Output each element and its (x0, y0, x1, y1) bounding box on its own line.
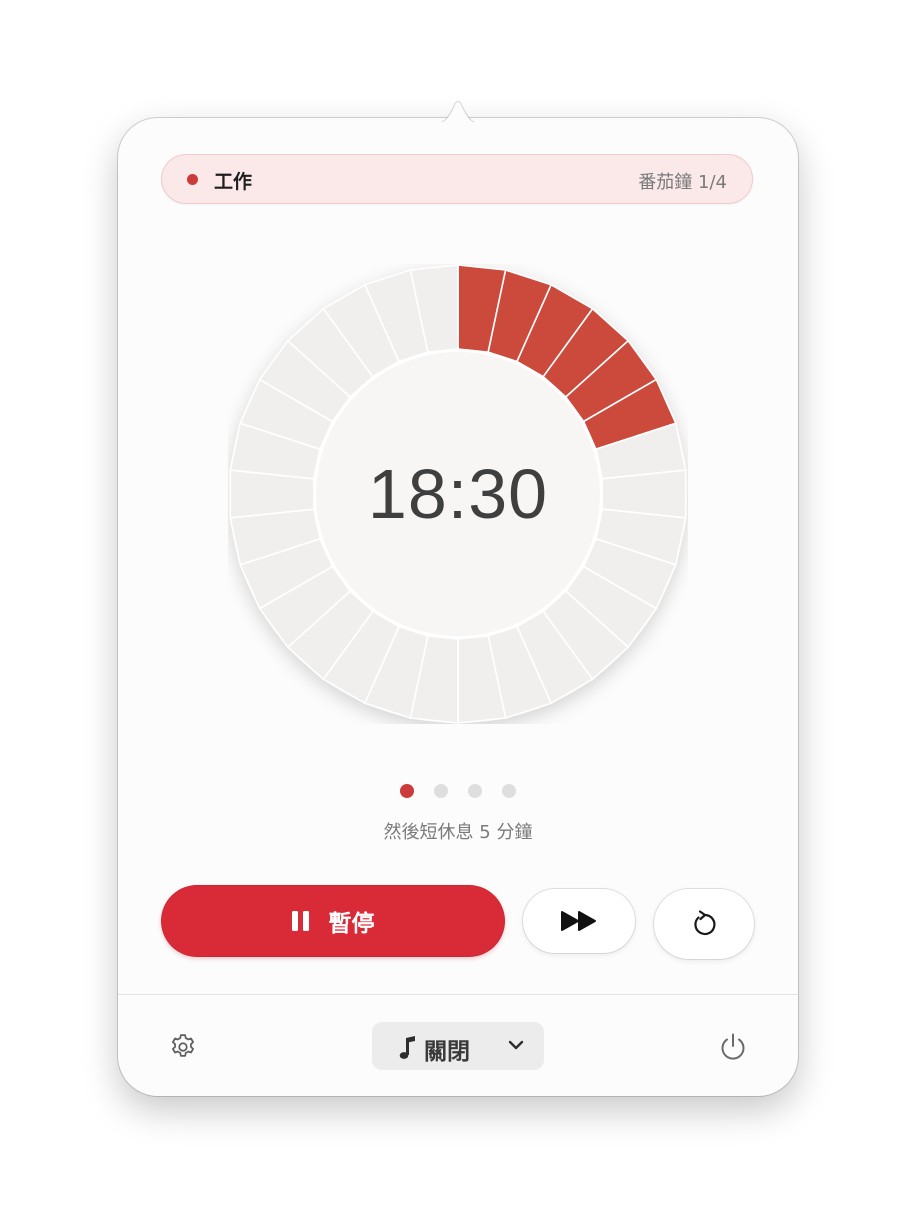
chevron-down-icon (508, 1040, 524, 1050)
pause-button[interactable]: 暫停 (161, 885, 505, 957)
gear-icon (172, 1034, 194, 1057)
popover-panel: 工作 番茄鐘 1/4 18:30 然後短休息 5 分鐘 暫停 關閉 (118, 118, 798, 1096)
next-up-text: 然後短休息 5 分鐘 (383, 822, 533, 843)
pomodoro-count: 番茄鐘 1/4 (638, 172, 727, 193)
quit-button[interactable] (715, 1029, 751, 1065)
skip-button[interactable] (523, 889, 635, 953)
pager-dot (400, 784, 414, 798)
popover-arrow (428, 101, 488, 124)
pause-icon (291, 911, 309, 931)
session-label: 工作 (214, 171, 253, 193)
sound-label: 關閉 (424, 1039, 470, 1065)
pager-dot (502, 784, 516, 798)
pause-label: 暫停 (328, 911, 375, 937)
power-icon (721, 1033, 745, 1060)
reset-icon (694, 910, 716, 936)
footer-divider (118, 994, 798, 995)
time-remaining: 18:30 (367, 455, 549, 533)
music-note-icon (399, 1036, 415, 1059)
pager-dot (434, 784, 448, 798)
status-dot (187, 174, 198, 185)
timer-dial: 18:30 (228, 264, 688, 724)
reset-button[interactable] (654, 889, 754, 959)
fast-forward-icon (561, 911, 596, 931)
pomodoro-popover: 工作 番茄鐘 1/4 18:30 然後短休息 5 分鐘 暫停 關閉 (118, 96, 798, 1096)
session-status-bar: 工作 番茄鐘 1/4 (161, 154, 753, 204)
sound-select[interactable]: 關閉 (372, 1022, 544, 1070)
settings-button[interactable] (166, 1030, 200, 1064)
session-pager (118, 784, 798, 800)
pager-dot (468, 784, 482, 798)
